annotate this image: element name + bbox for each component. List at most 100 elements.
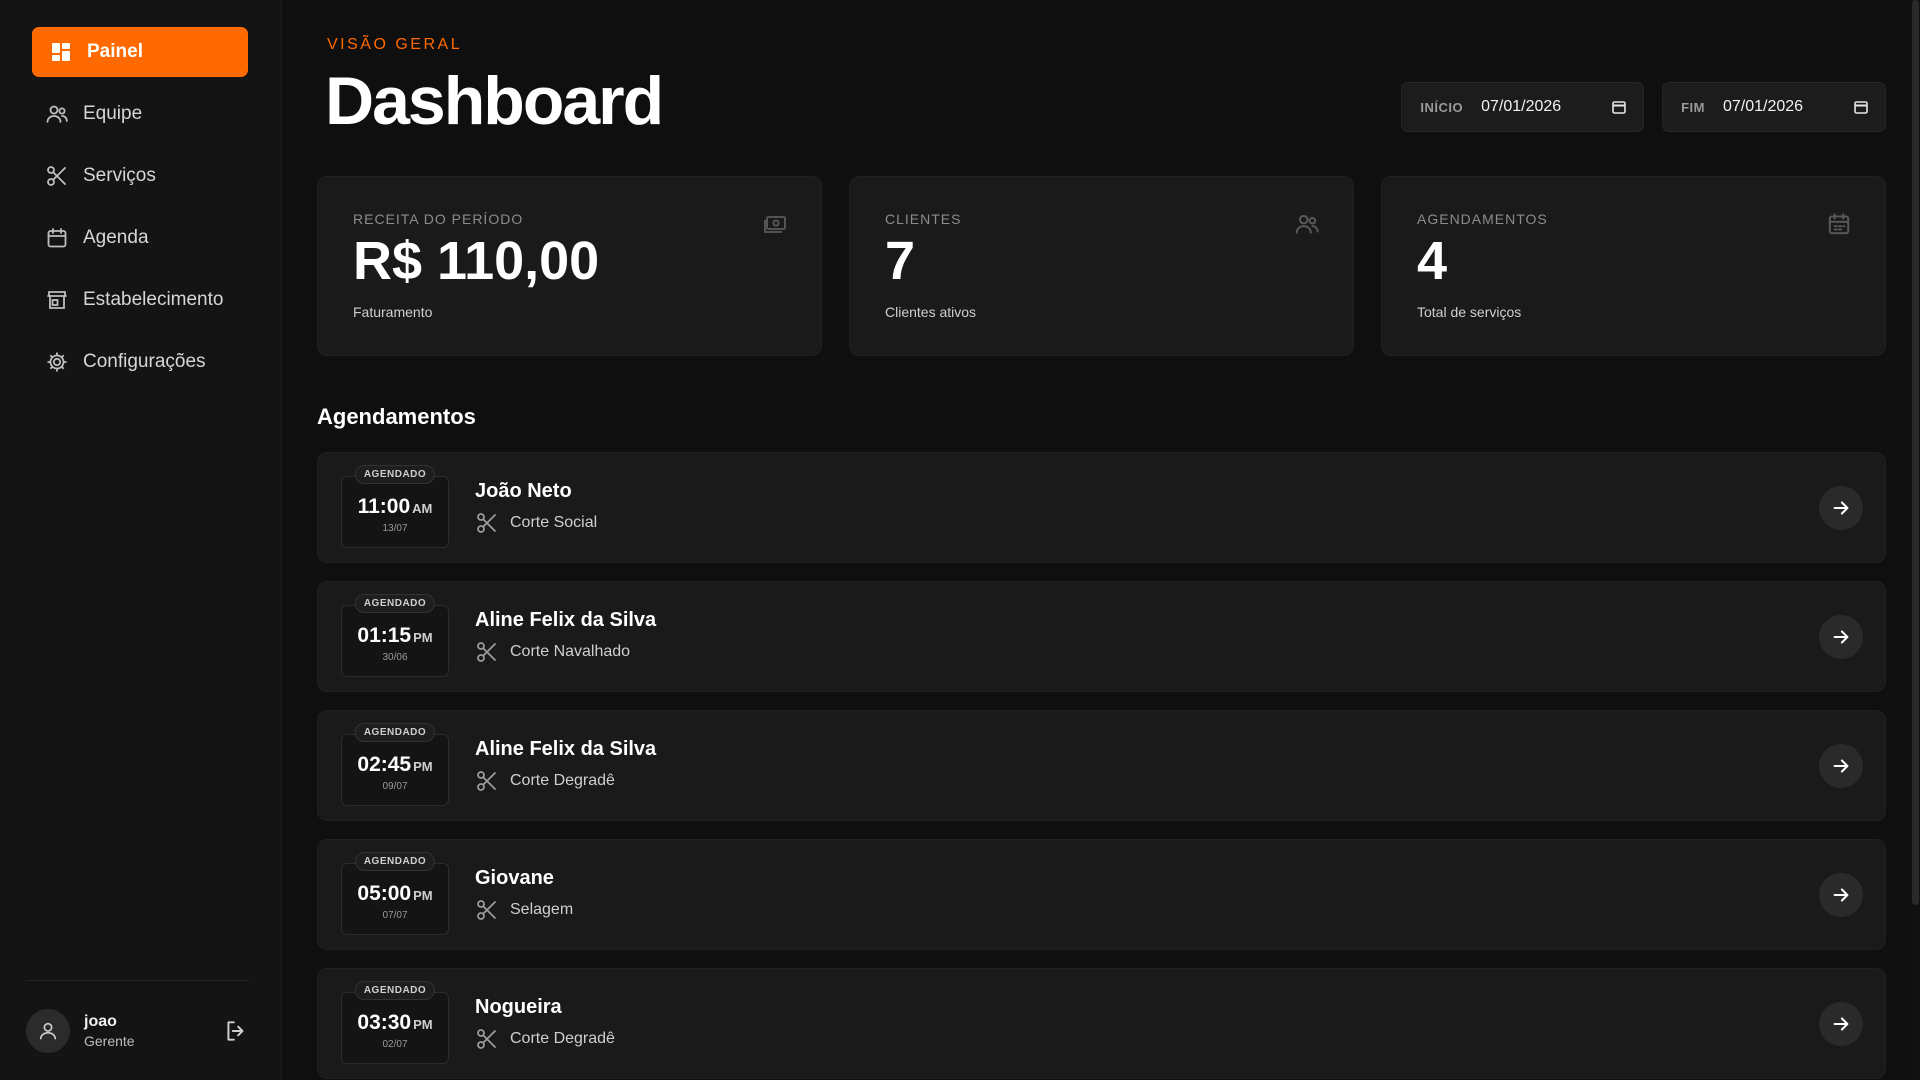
calendar-picker-icon[interactable]: [1611, 99, 1627, 115]
appointment-service: Corte Degradê: [475, 1027, 1819, 1051]
client-name: Aline Felix da Silva: [475, 738, 657, 760]
sidebar-item-configuracoes[interactable]: Configurações: [32, 337, 248, 387]
client-name: Aline Felix da Silva: [475, 609, 657, 631]
user-profile: joao Gerente: [26, 980, 249, 1080]
appointment-ampm: PM: [413, 1017, 433, 1032]
scissors-icon: [475, 769, 499, 793]
stat-subtitle: Clientes ativos: [885, 303, 977, 320]
appointment-item[interactable]: AGENDADO 11:00 AM 13/07 João Neto Corte S…: [317, 452, 1886, 563]
avatar[interactable]: [26, 1008, 70, 1053]
store-icon: [45, 288, 69, 312]
sidebar-item-servicos[interactable]: Serviços: [32, 151, 248, 201]
scissors-icon: [475, 640, 499, 664]
appointment-date: 07/07: [382, 910, 408, 921]
sidebar-item-label: Equipe: [83, 103, 143, 124]
appointment-item[interactable]: AGENDADO 01:15 PM 30/06 Aline Felix da Si…: [317, 581, 1886, 692]
stat-label: RECEITA DO PERÍODO: [353, 211, 524, 227]
page-header: VISÃO GERAL Dashboard INÍCIO 07/01/2026 …: [317, 0, 1886, 172]
appointment-time-box: AGENDADO 11:00 AM 13/07: [341, 464, 449, 548]
appointment-time: 11:00: [357, 495, 411, 518]
money-icon: [762, 211, 788, 237]
start-date-value[interactable]: 07/01/2026: [1481, 98, 1601, 116]
service-name: Corte Social: [510, 514, 598, 531]
appointment-service: Corte Social: [475, 511, 1819, 535]
service-name: Corte Degradê: [510, 1030, 615, 1047]
stat-value: 4: [1417, 231, 1448, 291]
stat-card-clients: CLIENTES 7 Clientes ativos: [849, 176, 1354, 356]
sidebar-item-equipe[interactable]: Equipe: [32, 89, 248, 139]
arrow-right-icon[interactable]: [1819, 485, 1863, 530]
stat-label: AGENDAMENTOS: [1417, 211, 1548, 227]
stat-subtitle: Faturamento: [353, 303, 433, 320]
start-date-field[interactable]: INÍCIO 07/01/2026: [1401, 82, 1645, 132]
users-icon: [45, 102, 69, 126]
appointment-ampm: PM: [413, 759, 433, 774]
arrow-right-icon[interactable]: [1819, 1001, 1863, 1046]
stat-value: R$ 110,00: [353, 231, 600, 291]
arrow-right-icon[interactable]: [1819, 872, 1863, 917]
stat-card-revenue: RECEITA DO PERÍODO R$ 110,00 Faturamento: [317, 176, 822, 356]
stat-label: CLIENTES: [885, 211, 962, 227]
appointment-info: Giovane Selagem: [475, 867, 1819, 922]
stats-row: RECEITA DO PERÍODO R$ 110,00 Faturamento…: [317, 176, 1886, 356]
appointment-service: Selagem: [475, 898, 1819, 922]
stat-value: 7: [885, 231, 916, 291]
appointment-time: 02:45: [357, 753, 412, 776]
sidebar-item-label: Serviços: [83, 165, 156, 186]
appointments-section-title: Agendamentos: [317, 404, 476, 429]
appointment-info: Aline Felix da Silva Corte Navalhado: [475, 609, 1819, 664]
scissors-icon: [475, 898, 499, 922]
sidebar: Painel Equipe Serviços Agenda Estabeleci…: [0, 0, 282, 1080]
status-badge: AGENDADO: [354, 593, 436, 613]
app-root: Painel Equipe Serviços Agenda Estabeleci…: [0, 0, 1920, 1080]
service-name: Corte Degradê: [510, 772, 615, 789]
date-range: INÍCIO 07/01/2026 FIM 07/01/2026: [1401, 82, 1886, 132]
appointment-info: João Neto Corte Social: [475, 480, 1819, 535]
appointments-list: AGENDADO 11:00 AM 13/07 João Neto Corte S…: [317, 452, 1886, 1079]
appointment-item[interactable]: AGENDADO 05:00 PM 07/07 Giovane Selagem: [317, 839, 1886, 950]
appointment-date: 30/06: [382, 652, 408, 663]
scrollbar-thumb[interactable]: [1912, 0, 1919, 905]
page-title: Dashboard: [325, 63, 664, 139]
calendar-picker-icon[interactable]: [1853, 99, 1869, 115]
sidebar-item-agenda[interactable]: Agenda: [32, 213, 248, 263]
appointment-time-box: AGENDADO 05:00 PM 07/07: [341, 851, 449, 935]
client-name: Nogueira: [475, 996, 562, 1018]
appointment-info: Nogueira Corte Degradê: [475, 996, 1819, 1051]
status-badge: AGENDADO: [354, 851, 436, 871]
calendar-icon: [1826, 211, 1852, 237]
client-name: João Neto: [475, 480, 572, 502]
end-date-field[interactable]: FIM 07/01/2026: [1662, 82, 1886, 132]
stat-subtitle: Total de serviços: [1417, 303, 1522, 320]
appointment-time-box: AGENDADO 03:30 PM 02/07: [341, 980, 449, 1064]
sidebar-item-label: Configurações: [83, 351, 206, 372]
scissors-icon: [475, 511, 499, 535]
logout-icon[interactable]: [223, 1018, 249, 1044]
status-badge: AGENDADO: [354, 722, 436, 742]
appointment-time: 03:30: [357, 1011, 412, 1034]
sidebar-item-estabelecimento[interactable]: Estabelecimento: [32, 275, 248, 325]
appointment-time: 01:15: [357, 624, 412, 647]
sidebar-item-label: Agenda: [83, 227, 149, 248]
arrow-right-icon[interactable]: [1819, 614, 1863, 659]
sidebar-item-label: Painel: [87, 41, 143, 62]
stat-card-appointments: AGENDAMENTOS 4 Total de serviços: [1381, 176, 1886, 356]
users-icon: [1294, 211, 1320, 237]
arrow-right-icon[interactable]: [1819, 743, 1863, 788]
status-badge: AGENDADO: [354, 464, 436, 484]
appointment-ampm: AM: [412, 501, 433, 516]
appointment-ampm: PM: [413, 630, 433, 645]
sidebar-item-label: Estabelecimento: [83, 289, 224, 310]
appointment-date: 09/07: [382, 781, 408, 792]
appointment-item[interactable]: AGENDADO 03:30 PM 02/07 Nogueira Corte De…: [317, 968, 1886, 1079]
appointment-item[interactable]: AGENDADO 02:45 PM 09/07 Aline Felix da Si…: [317, 710, 1886, 821]
end-date-label: FIM: [1681, 99, 1705, 115]
end-date-value[interactable]: 07/01/2026: [1723, 98, 1843, 116]
calendar-icon: [45, 226, 69, 250]
appointment-date: 13/07: [382, 523, 408, 534]
sidebar-item-painel[interactable]: Painel: [32, 27, 248, 77]
start-date-label: INÍCIO: [1420, 99, 1464, 115]
appointment-service: Corte Degradê: [475, 769, 1819, 793]
user-role: Gerente: [84, 1032, 135, 1049]
scrollbar[interactable]: [1911, 0, 1920, 1080]
